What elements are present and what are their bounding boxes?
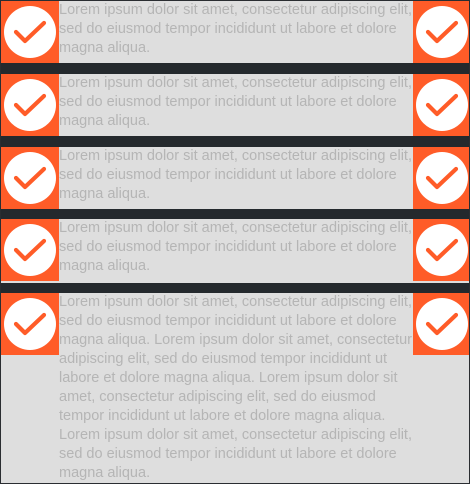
item-description: Lorem ipsum dolor sit amet, consectetur … xyxy=(59,294,413,481)
left-check-button[interactable] xyxy=(1,147,59,209)
checkmark-icon xyxy=(416,152,468,204)
right-check-button[interactable] xyxy=(413,74,469,136)
left-check-button[interactable] xyxy=(1,219,59,281)
list-item: Lorem ipsum dolor sit amet, consectetur … xyxy=(1,293,469,483)
list-item: Lorem ipsum dolor sit amet, consectetur … xyxy=(1,219,469,283)
checkmark-icon xyxy=(4,152,56,204)
item-description: Lorem ipsum dolor sit amet, consectetur … xyxy=(59,75,412,129)
checkmark-icon xyxy=(416,79,468,131)
left-check-button[interactable] xyxy=(1,74,59,136)
checkmark-icon xyxy=(4,6,56,58)
checkmark-icon xyxy=(4,79,56,131)
right-check-button[interactable] xyxy=(413,293,469,355)
right-check-button[interactable] xyxy=(413,147,469,209)
list-item: Lorem ipsum dolor sit amet, consectetur … xyxy=(1,74,469,136)
left-check-button[interactable] xyxy=(1,1,59,63)
item-description: Lorem ipsum dolor sit amet, consectetur … xyxy=(59,220,412,274)
list-item: Lorem ipsum dolor sit amet, consectetur … xyxy=(1,147,469,209)
checkmark-icon xyxy=(4,298,56,350)
checkmark-icon xyxy=(416,224,468,276)
item-description: Lorem ipsum dolor sit amet, consectetur … xyxy=(59,148,412,202)
right-check-button[interactable] xyxy=(413,219,469,281)
list-container: Lorem ipsum dolor sit amet, consectetur … xyxy=(0,0,470,484)
right-check-button[interactable] xyxy=(413,1,469,63)
left-check-button[interactable] xyxy=(1,293,59,355)
item-description: Lorem ipsum dolor sit amet, consectetur … xyxy=(59,2,412,56)
checkmark-icon xyxy=(416,6,468,58)
checkmark-icon xyxy=(416,298,468,350)
list-item: Lorem ipsum dolor sit amet, consectetur … xyxy=(1,1,469,63)
checkmark-icon xyxy=(4,224,56,276)
